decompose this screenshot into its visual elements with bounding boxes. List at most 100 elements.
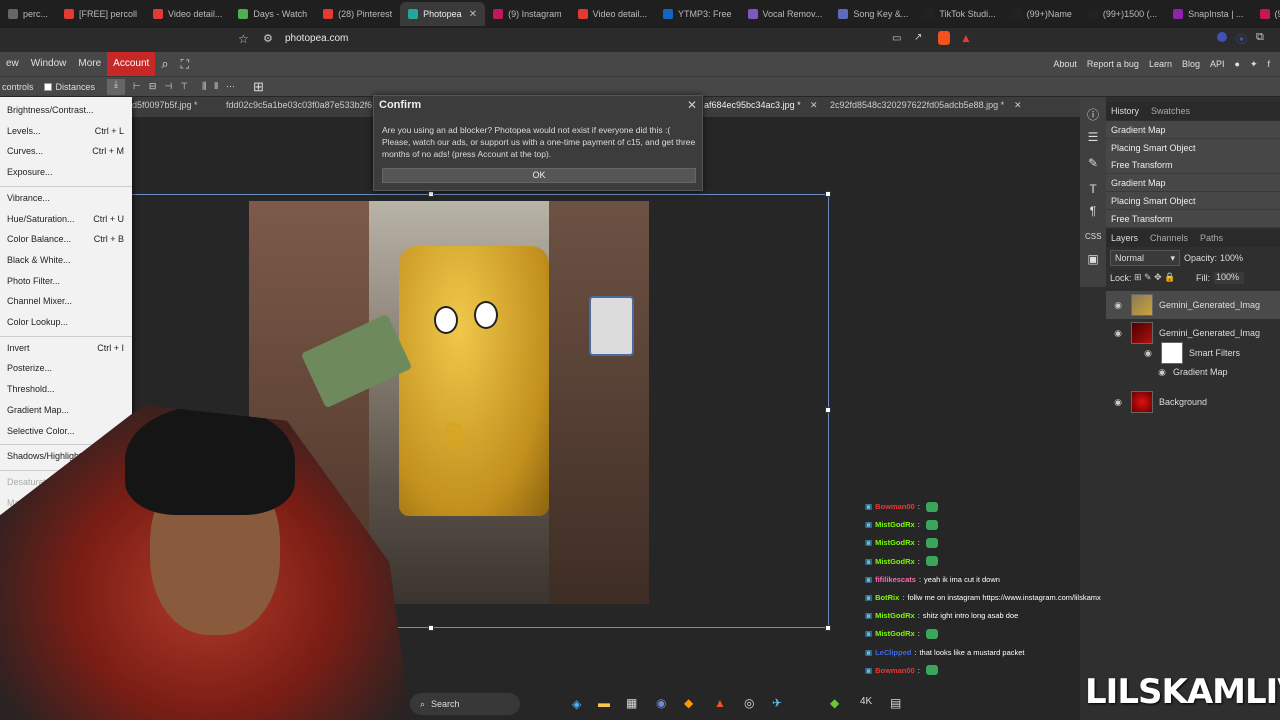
ok-button[interactable]: OK (382, 168, 696, 183)
browser-tab[interactable]: (28) Pinterest (315, 2, 400, 26)
link-blog[interactable]: Blog (1182, 59, 1200, 69)
adjustment-menu-item[interactable]: Black & White... (7, 255, 124, 265)
fullscreen-icon[interactable]: ⛶ (175, 52, 195, 76)
brave-shield-icon[interactable] (938, 31, 950, 45)
transform-handle[interactable] (825, 625, 831, 631)
browser-tab[interactable]: Vocal Remov... (740, 2, 831, 26)
close-icon[interactable]: ✕ (810, 100, 818, 111)
steam-icon[interactable]: ✈ (772, 696, 782, 710)
adjustment-menu-item[interactable]: Gradient Map... (7, 405, 124, 415)
blend-mode-select[interactable]: Normal ▾ (1110, 250, 1180, 266)
menu-window[interactable]: Window (25, 52, 73, 76)
browser-tab[interactable]: Video detail... (145, 2, 230, 26)
eye-icon[interactable]: ◉ (1111, 300, 1125, 311)
browser-tab[interactable]: (99+)1500 (... (1080, 2, 1165, 26)
app-icon[interactable]: 4K (860, 696, 872, 707)
close-icon[interactable]: ✕ (1014, 100, 1022, 111)
browser-tab[interactable]: YTMP3: Free (655, 2, 740, 26)
taskbar-search[interactable]: ⌕ Search (410, 693, 520, 715)
align-left-icon[interactable]: ⊢ (133, 81, 141, 92)
adjustment-menu-item[interactable]: Channel Mixer... (7, 296, 124, 306)
transform-handle[interactable] (428, 191, 434, 197)
adjustment-menu-item[interactable]: Invert Ctrl + I (7, 343, 124, 353)
tab-layers[interactable]: Layers (1111, 233, 1138, 243)
eye-icon[interactable]: ◉ (1141, 348, 1155, 359)
cast-icon[interactable]: ▭ (892, 33, 901, 44)
app-icon[interactable]: ◆ (684, 696, 693, 710)
store-icon[interactable]: ▦ (626, 696, 637, 710)
link-learn[interactable]: Learn (1149, 59, 1172, 69)
app-icon[interactable]: ▤ (890, 696, 901, 710)
reddit-icon[interactable]: ● (1235, 59, 1240, 69)
history-item[interactable]: Free Transform (1106, 156, 1280, 174)
url-text[interactable]: photopea.com (285, 33, 348, 44)
distribute-icon[interactable]: ⫴ (214, 81, 218, 92)
align-top-icon[interactable]: ⊤ (180, 81, 188, 92)
copilot-icon[interactable]: ◈ (572, 697, 581, 711)
opacity-value[interactable]: 100% (1220, 253, 1243, 263)
eye-icon[interactable]: ◉ (1111, 397, 1125, 408)
history-item[interactable]: Placing Smart Object (1106, 192, 1280, 210)
tab-channels[interactable]: Channels (1150, 233, 1188, 243)
adjustment-menu-item[interactable]: Levels... Ctrl + L (7, 126, 124, 136)
adjustment-menu-item[interactable]: Brightness/Contrast... (7, 105, 124, 115)
site-settings-icon[interactable]: ⚙ (263, 32, 273, 45)
share-icon[interactable]: ↗ (914, 32, 922, 43)
history-item[interactable]: Free Transform (1106, 210, 1280, 228)
properties-icon[interactable]: ☰ (1085, 129, 1101, 145)
history-item[interactable]: Gradient Map (1106, 174, 1280, 192)
adjustment-menu-item[interactable]: Exposure... (7, 167, 124, 177)
link-report-bug[interactable]: Report a bug (1087, 59, 1139, 69)
align-center-icon[interactable]: ⊟ (149, 81, 157, 92)
character-icon[interactable]: T (1085, 181, 1101, 197)
search-icon[interactable]: ⌕ (155, 52, 174, 76)
eye-icon[interactable]: ◉ (1111, 328, 1125, 339)
discord-icon[interactable]: ◉ (656, 696, 666, 710)
grid-icon[interactable]: ⊞ (253, 79, 264, 95)
file-explorer-icon[interactable]: ▬ (598, 696, 610, 710)
transform-handle[interactable] (428, 625, 434, 631)
app-icon[interactable]: ◆ (830, 696, 839, 710)
facebook-icon[interactable]: f (1267, 59, 1270, 69)
doc-tab[interactable]: 2c92fd8548c320297622fd05adcb5e88.jpg * (830, 100, 1004, 110)
adjustment-menu-item[interactable]: Posterize... (7, 363, 124, 373)
close-icon[interactable]: ✕ (469, 9, 477, 20)
extension-icon[interactable] (1217, 32, 1227, 42)
menu-view[interactable]: ew (0, 52, 25, 76)
brush-icon[interactable]: ✎ (1085, 155, 1101, 171)
browser-tab[interactable]: (99+)Name (1004, 2, 1080, 26)
browser-tab[interactable]: perc... (0, 2, 56, 26)
download-icon[interactable]: ⤓ (107, 78, 126, 95)
menu-account[interactable]: Account (107, 52, 156, 76)
browser-tab[interactable]: Song Key &... (830, 2, 916, 26)
doc-tab[interactable]: fdd02c9c5a1be03c03f0a87e533b2f6 (226, 100, 372, 110)
link-about[interactable]: About (1053, 59, 1077, 69)
info-icon[interactable]: ⓘ (1085, 107, 1101, 123)
extension-icon[interactable]: ⦿ (1236, 31, 1247, 47)
adjustment-menu-item[interactable]: Curves... Ctrl + M (7, 146, 124, 156)
transform-handle[interactable] (825, 191, 831, 197)
distribute-icon[interactable]: ⋯ (226, 81, 235, 92)
browser-tab[interactable]: (9) Instagram (485, 2, 570, 26)
browser-tab[interactable]: [FREE] percoll (56, 2, 145, 26)
adjustment-menu-item[interactable]: Vibrance... (7, 193, 124, 203)
history-item[interactable]: Gradient Map (1106, 121, 1280, 139)
layer-row[interactable]: ◉ Gemini_Generated_Imag (1106, 291, 1280, 319)
browser-tab[interactable]: SnapInsta | ... (1165, 2, 1251, 26)
lock-icons[interactable]: ⊞ ✎ ✥ 🔒 (1134, 272, 1175, 283)
browser-tab[interactable]: (9) Instagram (1252, 2, 1280, 26)
distribute-icon[interactable]: ⫼ (202, 81, 206, 92)
filter-row[interactable]: ◉ Gradient Map (1150, 365, 1280, 379)
layer-row[interactable]: ◉ Background (1106, 388, 1280, 416)
adjustment-menu-item[interactable]: Hue/Saturation... Ctrl + U (7, 214, 124, 224)
obs-icon[interactable]: ◎ (744, 696, 754, 710)
eye-icon[interactable]: ◉ (1155, 367, 1169, 378)
align-right-icon[interactable]: ⊣ (164, 81, 172, 92)
adjustment-menu-item[interactable]: Threshold... (7, 384, 124, 394)
doc-tab[interactable]: d5f0097b5f.jpg * (132, 100, 198, 110)
browser-tab[interactable]: Video detail... (570, 2, 655, 26)
adjustment-menu-item[interactable]: Color Balance... Ctrl + B (7, 234, 124, 244)
smart-filters-row[interactable]: ◉ Smart Filters (1136, 339, 1280, 367)
browser-tab[interactable]: Photopea ✕ (400, 2, 486, 26)
adjustment-menu-item[interactable]: Color Lookup... (7, 317, 124, 327)
